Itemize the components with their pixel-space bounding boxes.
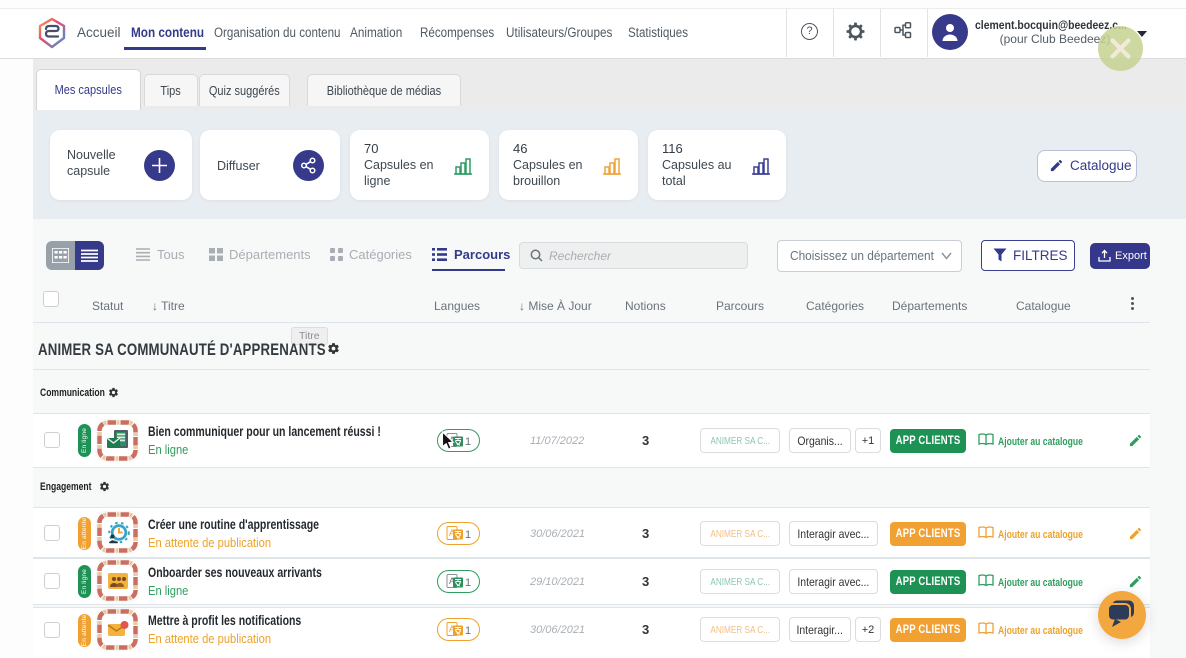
- svg-text:1: 1: [465, 577, 471, 589]
- svg-text:1: 1: [465, 529, 471, 541]
- svg-text:1: 1: [465, 436, 471, 448]
- svg-text:1: 1: [465, 625, 471, 637]
